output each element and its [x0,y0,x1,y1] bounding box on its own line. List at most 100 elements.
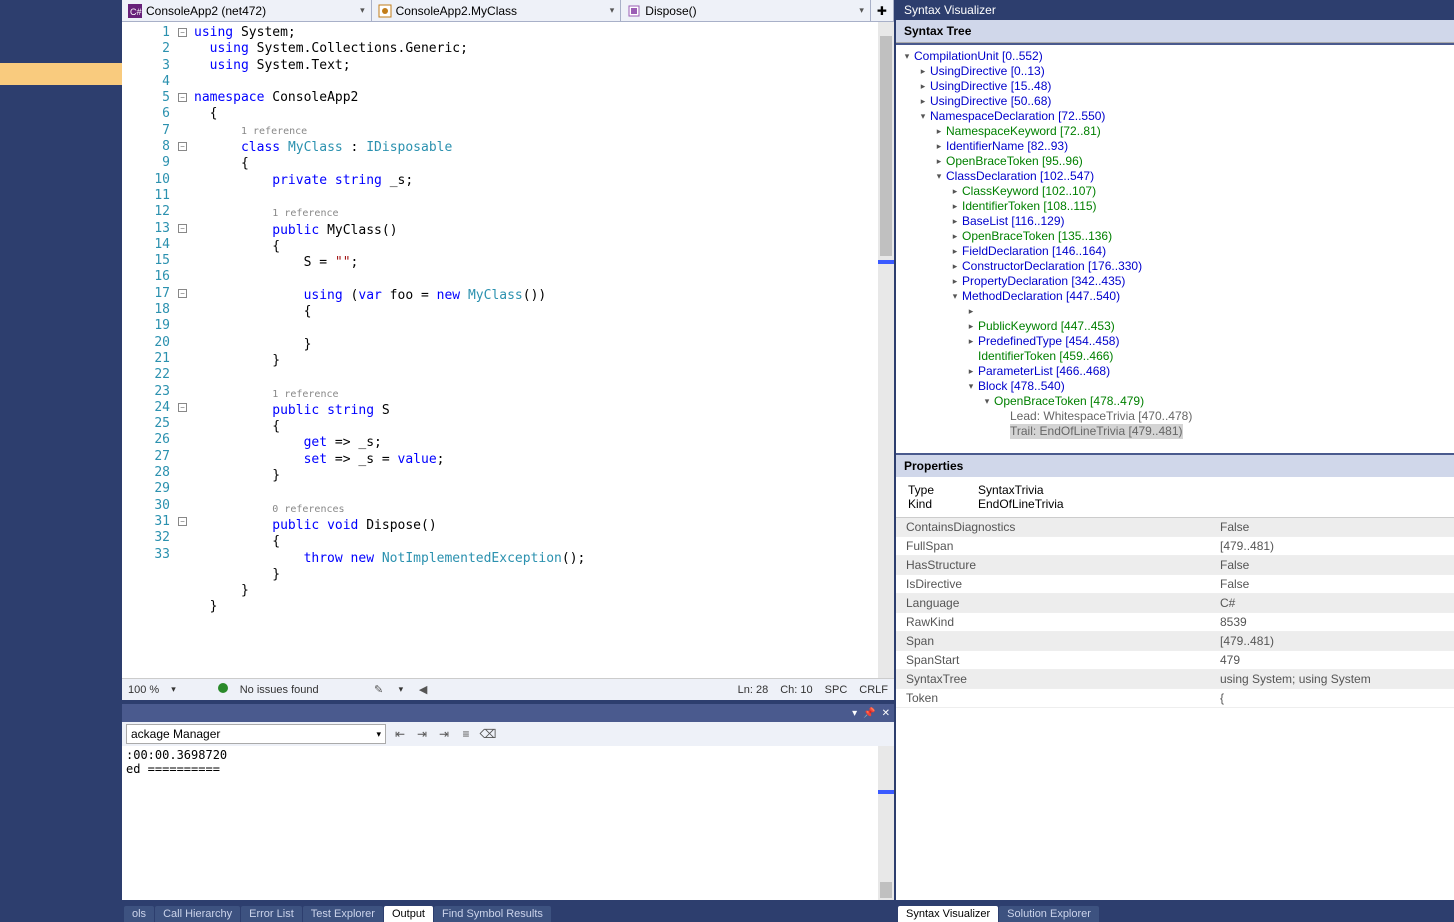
tree-expander-icon[interactable]: ▾ [918,109,928,124]
fold-toggle[interactable]: − [178,142,187,151]
output-source-dropdown[interactable]: ackage Manager ▾ [126,724,386,744]
tool-tab[interactable]: Test Explorer [303,906,383,922]
cleanup-caret-icon[interactable]: ▾ [399,684,404,695]
fold-toggle[interactable]: − [178,517,187,526]
tree-node[interactable]: IdentifierToken [459..466) [898,349,1452,364]
tree-node[interactable]: ▾CompilationUnit [0..552) [898,49,1452,64]
tree-expander-icon[interactable]: ▸ [934,124,944,139]
tree-expander-icon[interactable]: ▸ [966,319,976,334]
tree-node[interactable]: ▸OpenBraceToken [135..136) [898,229,1452,244]
tree-expander-icon[interactable]: ▸ [918,64,928,79]
tree-expander-icon[interactable]: ▸ [966,334,976,349]
property-row[interactable]: HasStructureFalse [896,556,1454,575]
tree-expander-icon[interactable]: ▸ [966,364,976,379]
tree-node[interactable]: ▾ClassDeclaration [102..547) [898,169,1452,184]
tool-tab[interactable]: Error List [241,906,302,922]
clear-icon[interactable]: ⌫ [480,726,496,742]
code-text-area[interactable]: using System; using System.Collections.G… [194,22,878,678]
zoom-caret-icon[interactable]: ▾ [171,684,176,695]
nav-member-dropdown[interactable]: Dispose() ▾ [621,0,871,21]
tree-node[interactable]: ▸ClassKeyword [102..107) [898,184,1452,199]
tree-node[interactable]: Lead: WhitespaceTrivia [470..478) [898,409,1452,424]
tree-expander-icon[interactable]: ▾ [934,169,944,184]
scrollbar-thumb[interactable] [880,882,892,898]
tree-node[interactable]: ▸PredefinedType [454..458) [898,334,1452,349]
fold-toggle[interactable]: − [178,224,187,233]
tree-node[interactable]: ▸UsingDirective [0..13) [898,64,1452,79]
property-row[interactable]: FullSpan[479..481) [896,537,1454,556]
property-row[interactable]: SpanStart479 [896,651,1454,670]
tree-node[interactable]: ▸UsingDirective [50..68) [898,94,1452,109]
tree-node[interactable]: ▸BaseList [116..129) [898,214,1452,229]
tool-tab[interactable]: Find Symbol Results [434,906,551,922]
properties-grid[interactable]: ContainsDiagnosticsFalseFullSpan[479..48… [896,517,1454,900]
fold-toggle[interactable]: − [178,93,187,102]
tree-expander-icon[interactable]: ▸ [934,139,944,154]
pin-icon[interactable]: 📌 [863,708,875,719]
zoom-level[interactable]: 100 % [128,684,159,696]
tree-node[interactable]: ▸NamespaceKeyword [72..81) [898,124,1452,139]
indent-left-icon[interactable]: ⇤ [392,726,408,742]
window-position-icon[interactable]: ▾ [852,708,857,719]
output-text[interactable]: :00:00.3698720 ed ========== [122,746,894,900]
indent-right-icon[interactable]: ⇥ [436,726,452,742]
tree-node[interactable]: ▸IdentifierName [82..93) [898,139,1452,154]
indent-mode[interactable]: SPC [825,684,848,696]
nav-class-dropdown[interactable]: ConsoleApp2.MyClass ▾ [372,0,622,21]
scrollbar-thumb[interactable] [880,36,892,256]
tree-expander-icon[interactable]: ▸ [950,229,960,244]
tree-expander-icon[interactable]: ▸ [934,154,944,169]
tree-expander-icon[interactable]: ▸ [950,214,960,229]
tool-tab[interactable]: Syntax Visualizer [898,906,998,922]
fold-toggle[interactable]: − [178,403,187,412]
code-editor[interactable]: 1234567891011121314151617181920212223242… [122,22,894,678]
tree-node[interactable]: ▸OpenBraceToken [95..96) [898,154,1452,169]
tree-expander-icon[interactable]: ▾ [950,289,960,304]
tree-node[interactable]: ▸ [898,304,1452,319]
tool-tab[interactable]: Output [384,906,433,922]
tree-node[interactable]: ▾Block [478..540) [898,379,1452,394]
tool-tab[interactable]: ols [124,906,154,922]
word-wrap-icon[interactable]: ≡ [458,726,474,742]
tree-expander-icon[interactable]: ▸ [918,94,928,109]
fold-toggle[interactable]: − [178,289,187,298]
tree-expander-icon[interactable]: ▸ [918,79,928,94]
vertical-scrollbar[interactable] [878,22,894,678]
cleanup-icon[interactable]: ✎ [371,682,387,698]
tree-node[interactable]: ▸PropertyDeclaration [342..435) [898,274,1452,289]
tree-node[interactable]: ▸ParameterList [466..468) [898,364,1452,379]
nav-back-icon[interactable]: ◀ [415,682,431,698]
syntax-tree[interactable]: ▾CompilationUnit [0..552)▸UsingDirective… [896,43,1454,453]
property-row[interactable]: Span[479..481) [896,632,1454,651]
tree-node[interactable]: ▸FieldDeclaration [146..164) [898,244,1452,259]
output-scrollbar[interactable] [878,746,894,900]
tree-node[interactable]: ▾OpenBraceToken [478..479) [898,394,1452,409]
tree-expander-icon[interactable]: ▾ [902,49,912,64]
issues-status[interactable]: No issues found [240,684,319,696]
nav-split-button[interactable]: ✚ [871,0,894,21]
property-row[interactable]: IsDirectiveFalse [896,575,1454,594]
tree-node[interactable]: ▾NamespaceDeclaration [72..550) [898,109,1452,124]
tree-node[interactable]: ▸UsingDirective [15..48) [898,79,1452,94]
line-ending[interactable]: CRLF [859,684,888,696]
tree-expander-icon[interactable]: ▸ [950,244,960,259]
tree-node[interactable]: ▸PublicKeyword [447..453) [898,319,1452,334]
tree-expander-icon[interactable]: ▸ [950,259,960,274]
code-folding-column[interactable]: − − − − − − − [176,22,194,678]
property-row[interactable]: RawKind8539 [896,613,1454,632]
tree-expander-icon[interactable]: ▸ [950,184,960,199]
property-row[interactable]: ContainsDiagnosticsFalse [896,518,1454,537]
property-row[interactable]: LanguageC# [896,594,1454,613]
property-row[interactable]: SyntaxTreeusing System; using System [896,670,1454,689]
tree-node[interactable]: ▸ConstructorDeclaration [176..330) [898,259,1452,274]
nav-project-dropdown[interactable]: C# ConsoleApp2 (net472) ▾ [122,0,372,21]
fold-toggle[interactable]: − [178,28,187,37]
property-row[interactable]: Token{ [896,689,1454,708]
tool-tab[interactable]: Solution Explorer [999,906,1099,922]
tree-expander-icon[interactable]: ▸ [966,304,976,319]
tree-node[interactable]: ▾MethodDeclaration [447..540) [898,289,1452,304]
tree-expander-icon[interactable]: ▾ [982,394,992,409]
close-icon[interactable]: ✕ [882,708,890,719]
tree-expander-icon[interactable]: ▾ [966,379,976,394]
tree-expander-icon[interactable]: ▸ [950,274,960,289]
